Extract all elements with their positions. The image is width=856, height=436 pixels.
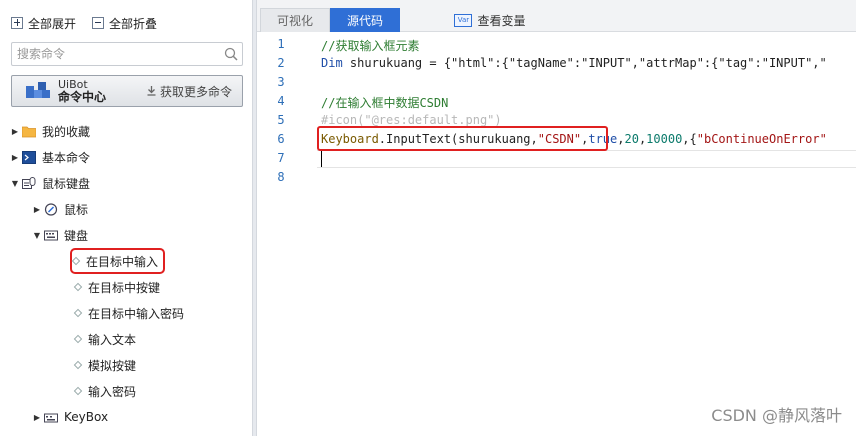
diamond-icon [73, 360, 83, 370]
view-variables-button[interactable]: Var 查看变量 [445, 8, 535, 32]
collapse-all-label: 全部折叠 [109, 16, 158, 31]
line-number: 1 [277, 37, 285, 51]
expand-all-label: 全部展开 [28, 16, 77, 31]
code-number: 20 [624, 132, 639, 146]
line-number: 8 [277, 170, 285, 184]
download-icon [147, 86, 156, 96]
code-number: 10000 [646, 132, 683, 146]
command-panel: 全部展开 全部折叠 UiBot 命令中心 获取更多命令 [0, 0, 252, 436]
command-search [11, 42, 243, 66]
mouse-icon [44, 202, 58, 216]
tree-item-label: 我的收藏 [42, 124, 91, 139]
chevron-down-icon: ▼ [33, 230, 41, 240]
tree-item-label: 输入文本 [88, 332, 137, 347]
tree-item-press-key-in-target[interactable]: 在目标中按键 [73, 277, 161, 297]
tree-item-type-text[interactable]: 输入文本 [73, 329, 137, 349]
line-number: 7 [277, 151, 285, 165]
tree-toolbar: 全部展开 全部折叠 [11, 15, 157, 31]
diamond-icon [73, 386, 83, 396]
mouse-keyboard-icon [22, 176, 36, 190]
uibot-logo-icon [26, 80, 52, 102]
code-keyword: Dim [321, 56, 343, 70]
code-comment: //获取输入框元素 [321, 39, 420, 53]
minus-box-icon [92, 17, 105, 29]
code-text: shurukuang = {"html":{"tagName":"INPUT",… [342, 56, 827, 70]
keybox-icon [44, 411, 58, 424]
tab-source-code[interactable]: 源代码 [330, 8, 400, 32]
code-icon-directive: #icon("@res:default.png") [321, 113, 502, 127]
folder-icon [21, 125, 37, 138]
collapse-all-button[interactable]: 全部折叠 [92, 15, 157, 31]
search-input[interactable] [12, 44, 220, 64]
tree-item-simulate-key[interactable]: 模拟按键 [73, 355, 137, 375]
tree-item-label: 鼠标 [64, 202, 89, 217]
banner-line2: 命令中心 [58, 90, 107, 104]
diamond-icon [73, 308, 83, 318]
tab-visual[interactable]: 可视化 [260, 8, 330, 32]
code-text: ,{ [682, 132, 697, 146]
variables-icon: Var [454, 13, 473, 27]
code-comment: //在输入框中数据CSDN [321, 96, 449, 110]
chevron-right-icon: ▶ [11, 152, 19, 162]
editor-panel: 可视化 源代码 Var 查看变量 1 2 3 4 5 6 7 8 //获取输入框… [257, 0, 856, 436]
command-center-banner[interactable]: UiBot 命令中心 获取更多命令 [11, 75, 243, 107]
tree-item-mouse-keyboard[interactable]: ▼ 鼠标键盘 [11, 173, 90, 193]
expand-all-button[interactable]: 全部展开 [11, 15, 76, 31]
tree-item-type-password-in-target[interactable]: 在目标中输入密码 [73, 303, 185, 323]
tree-item-mouse[interactable]: ▶ 鼠标 [33, 199, 88, 219]
banner-text: UiBot 命令中心 [58, 78, 106, 104]
line-number: 3 [277, 75, 285, 89]
diamond-icon [73, 282, 83, 292]
tree-item-label: KeyBox [64, 410, 109, 424]
highlight-box [317, 126, 608, 151]
tree-item-type-password[interactable]: 输入密码 [73, 381, 137, 401]
chevron-down-icon: ▼ [11, 178, 19, 188]
keyboard-icon [44, 229, 58, 242]
diamond-icon [73, 334, 83, 344]
text-caret [321, 151, 322, 167]
terminal-icon [22, 150, 36, 164]
tree-item-label: 鼠标键盘 [42, 176, 91, 191]
get-more-label: 获取更多命令 [159, 84, 232, 99]
tree-item-type-into-target[interactable]: 在目标中输入 [69, 248, 166, 274]
tree-item-favorites[interactable]: ▶ 我的收藏 [11, 121, 90, 141]
code-line-dim: Dim shurukuang = {"html":{"tagName":"INP… [321, 56, 827, 70]
tree-item-label: 在目标中按键 [88, 280, 161, 295]
view-tabbar: 可视化 源代码 Var 查看变量 [257, 0, 856, 32]
line-number: 5 [277, 113, 285, 127]
line-number: 4 [277, 94, 285, 108]
diamond-icon [71, 256, 81, 266]
tree-item-label: 模拟按键 [88, 358, 137, 373]
get-more-commands[interactable]: 获取更多命令 [147, 83, 232, 100]
current-line-highlight [317, 150, 856, 168]
code-string: "bContinueOnError" [696, 132, 827, 146]
view-variables-label: 查看变量 [477, 13, 526, 28]
chevron-right-icon: ▶ [33, 412, 41, 422]
tree-item-label: 输入密码 [88, 384, 137, 399]
chevron-right-icon: ▶ [33, 204, 41, 214]
line-number: 6 [277, 132, 285, 146]
tree-item-label: 基本命令 [42, 150, 91, 165]
tree-item-label: 在目标中输入密码 [88, 306, 185, 321]
tree-item-keyboard[interactable]: ▼ 键盘 [33, 225, 88, 245]
search-icon[interactable] [220, 43, 242, 65]
tree-item-label: 在目标中输入 [86, 254, 159, 269]
watermark: CSDN @静风落叶 [711, 406, 842, 425]
tree-item-keybox[interactable]: ▶ KeyBox [33, 407, 108, 427]
plus-box-icon [11, 17, 23, 29]
line-number: 2 [277, 56, 285, 70]
tree-item-basic-commands[interactable]: ▶ 基本命令 [11, 147, 90, 167]
code-editor[interactable]: 1 2 3 4 5 6 7 8 //获取输入框元素 Dim shurukuang… [257, 33, 856, 436]
chevron-right-icon: ▶ [11, 126, 19, 136]
tree-item-label: 键盘 [64, 228, 89, 243]
